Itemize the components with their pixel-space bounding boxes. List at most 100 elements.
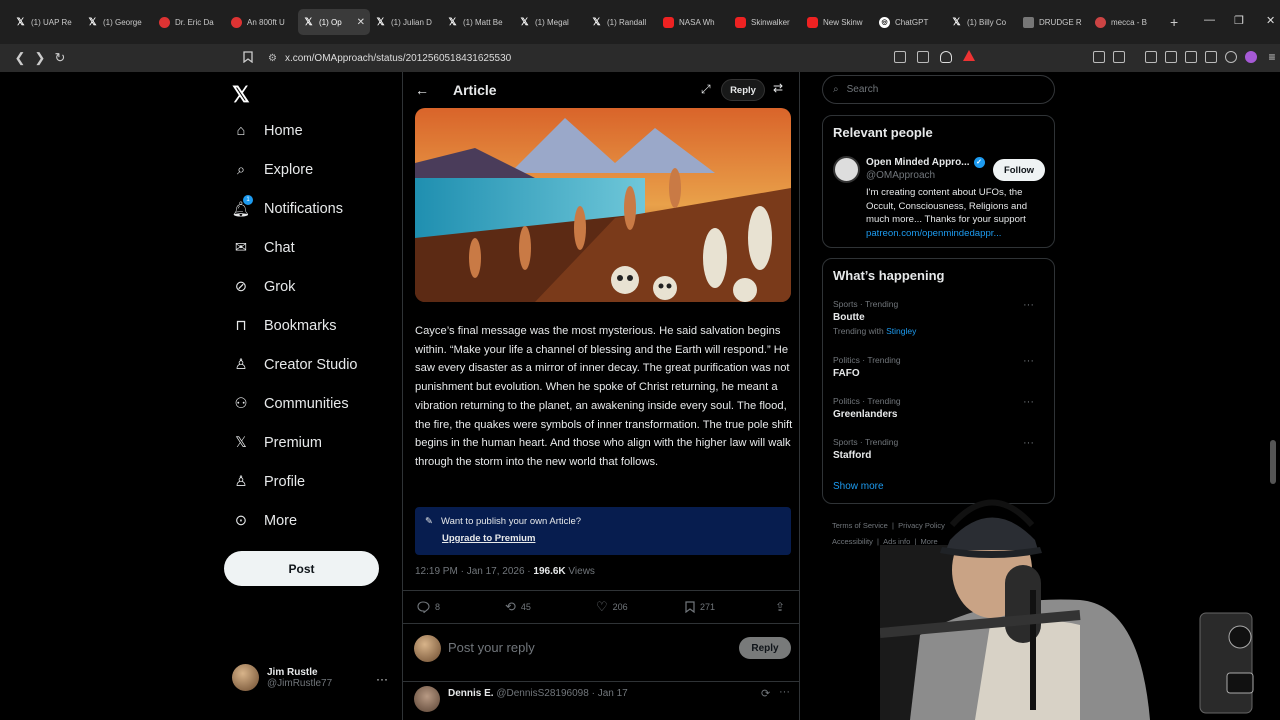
screenshot-icon[interactable] bbox=[1113, 51, 1125, 63]
browser-tab[interactable]: 𝕏 (1) Op ✕ bbox=[298, 9, 370, 35]
browser-tab[interactable]: Skinwalker bbox=[730, 9, 802, 35]
sidebar-item-grok[interactable]: ⊘ Grok bbox=[232, 278, 296, 296]
trend-with-link[interactable]: Stingley bbox=[886, 326, 916, 336]
reply-input[interactable]: Post your reply bbox=[448, 640, 535, 655]
trend-more-icon[interactable]: ··· bbox=[1023, 437, 1034, 449]
minimize-icon[interactable]: — bbox=[1204, 14, 1215, 26]
close-window-icon[interactable]: ✕ bbox=[1266, 14, 1275, 27]
share-icon[interactable] bbox=[917, 51, 929, 63]
browser-tab[interactable]: mecca - B bbox=[1090, 9, 1162, 35]
account-switcher[interactable]: Jim Rustle @JimRustle77 bbox=[232, 664, 332, 691]
browser-tab[interactable]: 𝕏 (1) UAP Re bbox=[10, 9, 82, 35]
page-icon bbox=[1023, 16, 1034, 28]
back-icon[interactable]: ❮ bbox=[10, 50, 30, 66]
browser-tab[interactable]: NASA Wh bbox=[658, 9, 730, 35]
browser-tab[interactable]: Dr. Eric Da bbox=[154, 9, 226, 35]
sidebar-item-chat[interactable]: ✉ Chat bbox=[232, 239, 295, 257]
trend-item[interactable]: Politics · Trending Greenlanders ··· bbox=[823, 396, 1054, 420]
tab-label: DRUDGE R bbox=[1039, 17, 1082, 27]
shield-icon[interactable] bbox=[940, 51, 952, 63]
browser-tab[interactable]: An 800ft U bbox=[226, 9, 298, 35]
relevant-person-bio: I'm creating content about UFOs, the Occ… bbox=[866, 186, 1048, 240]
site-settings-icon[interactable]: ⚙ bbox=[268, 53, 277, 64]
reload-icon[interactable]: ↻ bbox=[50, 50, 70, 66]
sidebar-item-profile[interactable]: ♙ Profile bbox=[232, 473, 306, 491]
accessibility-link[interactable]: Accessibility bbox=[832, 537, 873, 546]
relevant-people-title: Relevant people bbox=[833, 125, 933, 140]
bookmark-action[interactable]: 271 bbox=[685, 601, 715, 613]
browser-tab[interactable]: 𝕏 (1) George bbox=[82, 9, 154, 35]
bio-link[interactable]: patreon.com/openmindedappr... bbox=[866, 228, 1001, 239]
browser-tab[interactable]: DRUDGE R bbox=[1018, 9, 1090, 35]
sidebar-item-notifications[interactable]: 🔔︎ 1 Notifications bbox=[232, 195, 343, 218]
comment-item[interactable]: Dennis E. @DennisS28196098 · Jan 17 bbox=[414, 686, 628, 712]
new-tab-icon[interactable]: + bbox=[1170, 14, 1178, 30]
bell-icon: 🔔︎ 1 bbox=[232, 195, 253, 218]
follow-button[interactable]: Follow bbox=[993, 159, 1045, 181]
menu-icon[interactable]: ≡ bbox=[1262, 50, 1280, 64]
back-arrow-icon[interactable]: ← bbox=[415, 82, 429, 98]
x-icon: 𝕏 bbox=[16, 16, 25, 28]
close-tab-icon[interactable]: ✕ bbox=[357, 17, 365, 28]
post-timestamp[interactable]: 12:19 PM · Jan 17, 2026 · bbox=[415, 566, 533, 577]
comment-more-icon[interactable]: ··· bbox=[779, 686, 790, 698]
sidebar-item-communities[interactable]: ⚇ Communities bbox=[232, 395, 349, 413]
post-button[interactable]: Post bbox=[224, 551, 379, 586]
screen-cast-icon[interactable] bbox=[894, 51, 906, 63]
trend-item[interactable]: Sports · Trending Stafford ··· bbox=[823, 437, 1054, 461]
trend-item[interactable]: Politics · Trending FAFO ··· bbox=[823, 355, 1054, 379]
sidebar-item-creator-studio[interactable]: ♙ Creator Studio bbox=[232, 356, 358, 374]
browser-tab[interactable]: 𝕏 (1) Julian D bbox=[370, 9, 442, 35]
show-more-link[interactable]: Show more bbox=[833, 481, 884, 492]
trend-name: Boutte bbox=[833, 312, 865, 323]
sidebar-item-explore[interactable]: ⌕ Explore bbox=[232, 161, 313, 179]
wallet-icon[interactable] bbox=[1185, 51, 1197, 63]
trend-more-icon[interactable]: ··· bbox=[1023, 299, 1034, 311]
header-reply-button[interactable]: Reply bbox=[721, 79, 765, 101]
x-icon: 𝕏 bbox=[952, 16, 961, 28]
profile-icon[interactable] bbox=[1245, 51, 1257, 63]
repost-icon: ⟲ bbox=[505, 599, 516, 614]
browser-tab[interactable]: 𝕏 (1) Matt Be bbox=[442, 9, 514, 35]
rewards-icon[interactable] bbox=[963, 50, 975, 61]
sidebar-item-bookmarks[interactable]: ⊓ Bookmarks bbox=[232, 317, 336, 335]
expand-icon[interactable]: ⤢ bbox=[701, 82, 711, 97]
sidebar-item-more[interactable]: ⊙ More bbox=[232, 512, 297, 530]
trend-more-icon[interactable]: ··· bbox=[1023, 355, 1034, 367]
address-bar: ❮ ❯ ↻ ⚙ x.com/OMApproach/status/20125605… bbox=[0, 44, 1280, 72]
share-action[interactable]: ⇪ bbox=[775, 600, 785, 614]
url-field[interactable]: ⚙ x.com/OMApproach/status/20125605184316… bbox=[268, 48, 511, 68]
extensions-icon[interactable] bbox=[1093, 51, 1105, 63]
browser-tab[interactable]: 𝕏 (1) Billy Co bbox=[946, 9, 1018, 35]
like-action[interactable]: ♡ 206 bbox=[596, 599, 628, 615]
tab-label: (1) Matt Be bbox=[463, 17, 503, 27]
bookmark-page-icon[interactable] bbox=[238, 50, 258, 66]
avatar[interactable] bbox=[833, 156, 860, 183]
repost-action[interactable]: ⟲ 45 bbox=[505, 599, 531, 615]
account-more-icon[interactable]: ··· bbox=[376, 672, 388, 686]
leo-icon[interactable] bbox=[1205, 51, 1217, 63]
search-input[interactable]: ⌕ Search bbox=[822, 75, 1055, 104]
article-compose-icon: ✎ bbox=[425, 516, 433, 527]
reply-action[interactable]: 8 bbox=[417, 601, 440, 613]
forward-icon[interactable]: ❯ bbox=[30, 50, 50, 66]
relevant-person-name-row[interactable]: Open Minded Appro... ✓ bbox=[866, 157, 985, 168]
page-scrollbar[interactable] bbox=[1270, 440, 1276, 484]
browser-tab[interactable]: 𝕏 (1) Megal bbox=[514, 9, 586, 35]
music-icon[interactable] bbox=[1145, 51, 1157, 63]
trend-item[interactable]: Sports · Trending Boutte Trending with Sti… bbox=[823, 299, 1054, 336]
sidebar-item-home[interactable]: ⌂ Home bbox=[232, 122, 303, 140]
adjust-icon[interactable]: ⇄ bbox=[773, 81, 783, 95]
vpn-icon[interactable] bbox=[1225, 51, 1237, 63]
x-logo-icon[interactable]: 𝕏 bbox=[232, 82, 250, 108]
sidebar-toggle-icon[interactable] bbox=[1165, 51, 1177, 63]
sidebar-item-premium[interactable]: 𝕏 Premium bbox=[232, 434, 322, 452]
grok-explain-icon[interactable]: ⟳ bbox=[761, 687, 770, 700]
restore-icon[interactable]: ❐ bbox=[1234, 14, 1244, 27]
trend-more-icon[interactable]: ··· bbox=[1023, 396, 1034, 408]
browser-tab[interactable]: ◎ ChatGPT bbox=[874, 9, 946, 35]
upgrade-premium-link[interactable]: Upgrade to Premium bbox=[442, 533, 781, 544]
browser-tab[interactable]: 𝕏 (1) Randall bbox=[586, 9, 658, 35]
browser-tab[interactable]: New Skinw bbox=[802, 9, 874, 35]
reply-submit-button[interactable]: Reply bbox=[739, 637, 791, 659]
